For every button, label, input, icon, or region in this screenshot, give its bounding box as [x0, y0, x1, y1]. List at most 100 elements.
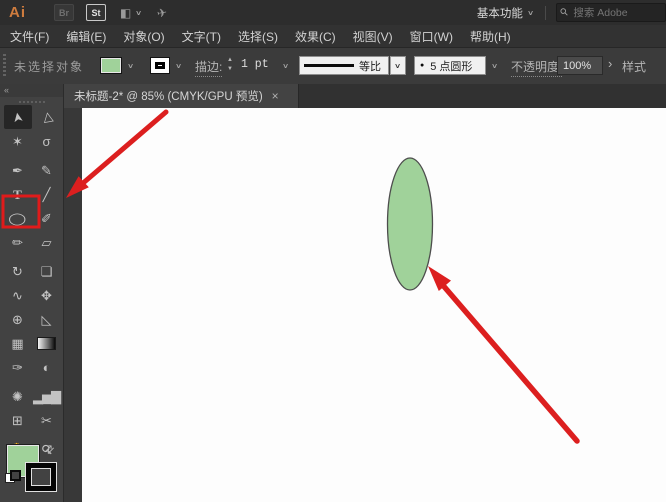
pen-icon: ✒: [12, 162, 23, 178]
type-icon: T: [13, 186, 22, 202]
brush-select[interactable]: ● 5 点圆形: [414, 56, 486, 75]
eraser-icon: ▱: [41, 234, 52, 250]
menu-help[interactable]: 帮助(H): [470, 28, 511, 45]
width-profile-select[interactable]: 等比: [299, 56, 389, 75]
control-bar: 未选择对象 ∨ ∨ 描边: ▲ ▼ 1 pt ∨ 等比 ∨ ● 5 点圆形 ∨ …: [0, 48, 666, 85]
stroke-weight-stepper[interactable]: ▲ ▼: [227, 56, 233, 74]
artboard-icon: ⊞: [12, 412, 23, 428]
profile-line-preview: [304, 64, 354, 67]
ellipse-tool[interactable]: ◯: [4, 206, 32, 230]
default-fill-stroke-icon[interactable]: [5, 470, 21, 483]
magic-wand-tool[interactable]: ✶: [4, 129, 32, 153]
lasso-tool[interactable]: σ: [33, 129, 61, 153]
blend-tool[interactable]: ◐: [33, 355, 61, 379]
chevron-down-icon[interactable]: ∨: [282, 62, 289, 70]
type-tool[interactable]: T: [4, 182, 32, 206]
tools-panel: « ➤ ▷ ✶ σ ✒ ✎ T ╱ ◯ ✐ ✏ ▱ ↻ ❏ ∿ ✥ ⊕ ◺ ▦ …: [0, 84, 64, 502]
opacity-panel-link[interactable]: 不透明度:: [511, 58, 563, 77]
opacity-input[interactable]: 100%: [557, 56, 603, 75]
close-icon[interactable]: ×: [272, 89, 279, 103]
menu-object[interactable]: 对象(O): [123, 28, 164, 45]
width-tool[interactable]: ∿: [4, 283, 32, 307]
mesh-tool[interactable]: ▦: [4, 331, 32, 355]
menu-effect[interactable]: 效果(C): [295, 28, 336, 45]
panel-drag-handle[interactable]: [3, 54, 6, 78]
search-box[interactable]: ⚲: [556, 3, 666, 22]
stroke-weight-value[interactable]: 1 pt: [241, 58, 269, 71]
menu-window[interactable]: 窗口(W): [410, 28, 453, 45]
brush-dot-icon: ●: [420, 62, 425, 69]
menu-view[interactable]: 视图(V): [353, 28, 393, 45]
profile-label: 等比: [359, 60, 381, 73]
selection-status: 未选择对象: [14, 60, 85, 74]
rotate-icon: ↻: [12, 263, 23, 279]
eyedropper-tool[interactable]: ✑: [4, 355, 32, 379]
lasso-icon: σ: [42, 133, 51, 149]
width-tool-icon: ∿: [12, 287, 23, 303]
curvature-tool[interactable]: ✎: [33, 158, 61, 182]
search-icon: ⚲: [558, 6, 572, 19]
workspace-switcher[interactable]: 基本功能: [477, 5, 523, 21]
gradient-tool[interactable]: [33, 331, 61, 355]
magic-wand-icon: ✶: [12, 133, 23, 149]
menu-edit[interactable]: 编辑(E): [66, 28, 106, 45]
menu-select[interactable]: 选择(S): [238, 28, 278, 45]
curvature-icon: ✎: [41, 162, 52, 178]
chevron-down-icon[interactable]: ∨: [527, 9, 534, 17]
artboard-tool[interactable]: ⊞: [4, 408, 32, 432]
search-input[interactable]: [571, 5, 646, 20]
illustrator-logo: Ai: [9, 4, 26, 21]
line-segment-icon: ╱: [42, 186, 51, 202]
line-segment-tool[interactable]: ╱: [33, 182, 61, 206]
stroke-color-swatch[interactable]: [150, 57, 170, 74]
selection-tool[interactable]: ➤: [3, 105, 32, 129]
slice-icon: ✂: [41, 412, 52, 428]
collapse-icon[interactable]: «: [4, 85, 9, 95]
direct-selection-tool[interactable]: ▷: [33, 105, 61, 129]
pen-tool[interactable]: ✒: [4, 158, 32, 182]
chevron-down-icon[interactable]: ∨: [491, 62, 498, 70]
step-up-icon[interactable]: ▲: [227, 56, 233, 65]
brush-label: 5 点圆形: [430, 60, 473, 73]
pencil-icon: ✏: [12, 234, 23, 250]
shape-builder-tool[interactable]: ⊕: [4, 307, 32, 331]
symbol-sprayer-icon: ✺: [12, 388, 23, 404]
stroke-swatch[interactable]: [25, 462, 57, 492]
column-graph-icon: ▂▅▇: [33, 388, 61, 404]
style-label[interactable]: 样式: [622, 58, 646, 76]
eraser-tool[interactable]: ▱: [33, 230, 61, 254]
document-tab[interactable]: 未标题-2* @ 85% (CMYK/GPU 预览) ×: [64, 84, 299, 108]
rotate-tool[interactable]: ↻: [4, 259, 32, 283]
chevron-down-icon[interactable]: ∨: [175, 62, 182, 70]
symbol-sprayer-tool[interactable]: ✺: [4, 384, 32, 408]
mesh-icon: ▦: [11, 335, 24, 351]
step-down-icon[interactable]: ▼: [227, 65, 233, 74]
canvas-area[interactable]: [82, 108, 666, 502]
column-graph-tool[interactable]: ▂▅▇: [33, 384, 61, 408]
paintbrush-tool[interactable]: ✐: [33, 206, 61, 230]
width-profile-dropdown[interactable]: ∨: [390, 56, 406, 75]
slice-tool[interactable]: ✂: [33, 408, 61, 432]
perspective-grid-tool[interactable]: ◺: [33, 307, 61, 331]
bridge-icon[interactable]: Br: [54, 4, 74, 21]
arrange-documents-icon[interactable]: ◧: [120, 6, 131, 20]
stock-icon[interactable]: St: [86, 4, 106, 21]
scale-tool[interactable]: ❏: [33, 259, 61, 283]
menu-file[interactable]: 文件(F): [10, 28, 49, 45]
menu-type[interactable]: 文字(T): [182, 28, 221, 45]
gradient-icon: [37, 336, 56, 350]
tools-drag-handle[interactable]: [18, 101, 45, 103]
tools-panel-header[interactable]: «: [0, 84, 63, 97]
free-transform-tool[interactable]: ✥: [33, 283, 61, 307]
chevron-down-icon[interactable]: ∨: [135, 9, 142, 17]
chevron-down-icon[interactable]: ∨: [127, 62, 134, 70]
pencil-tool[interactable]: ✏: [4, 230, 32, 254]
fill-color-swatch[interactable]: [100, 57, 122, 74]
shape-builder-icon: ⊕: [12, 311, 23, 327]
eyedropper-icon: ✑: [12, 359, 23, 375]
selection-tool-icon: ➤: [9, 110, 26, 124]
share-icon[interactable]: ✈: [156, 5, 168, 21]
opacity-more-arrow[interactable]: ›: [608, 56, 612, 71]
stroke-panel-link[interactable]: 描边:: [195, 58, 223, 77]
dock-gutter: [64, 108, 82, 502]
